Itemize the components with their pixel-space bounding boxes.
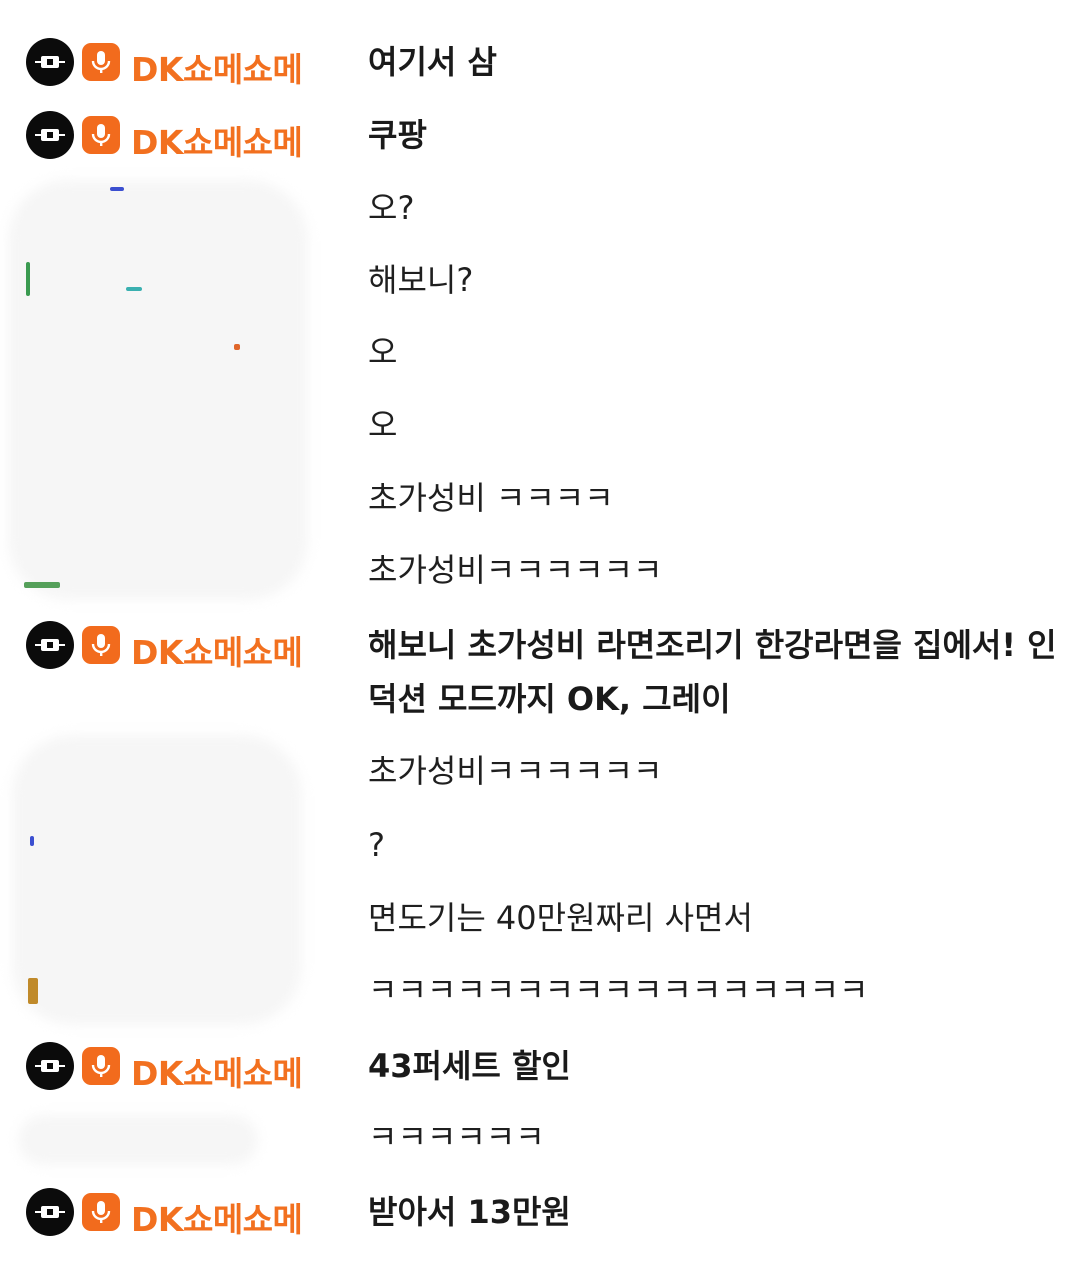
chat-row[interactable]: 오 [0, 325, 1077, 379]
chat-row[interactable]: DK쇼메쇼메 받아서 13만원 [0, 1184, 1077, 1240]
chat-message-text: 오 [368, 406, 398, 444]
chat-message-text: ㅋㅋㅋㅋㅋㅋㅋㅋㅋㅋㅋㅋㅋㅋㅋㅋㅋ [368, 971, 869, 1009]
chat-message-text: 여기서 삼 [368, 43, 497, 81]
chat-message-text: 해보니 초가성비 라면조리기 한강라면을 집에서! 인덕션 모드까지 OK, 그… [368, 626, 1057, 718]
chat-row[interactable]: DK쇼메쇼메 여기서 삼 [0, 34, 1077, 90]
chat-message-text: 오 [368, 333, 398, 371]
avatar-emblem-icon [35, 639, 65, 651]
chat-row[interactable]: 초가성비ㅋㅋㅋㅋㅋㅋ [0, 543, 1077, 597]
chat-row[interactable]: DK쇼메쇼메 해보니 초가성비 라면조리기 한강라면을 집에서! 인덕션 모드까… [0, 617, 1077, 727]
chat-row[interactable]: ? [0, 818, 1077, 872]
chat-message-text: 면도기는 40만원짜리 사면서 [368, 899, 753, 937]
chat-message-text: 해보니? [368, 261, 474, 299]
chat-message-text: ? [368, 826, 385, 864]
chat-row[interactable]: ㅋㅋㅋㅋㅋㅋ [0, 1110, 1077, 1164]
host-nickname[interactable]: DK쇼메쇼메 [131, 1047, 303, 1095]
microphone-icon [82, 43, 120, 81]
chat-row[interactable]: DK쇼메쇼메 43퍼세트 할인 [0, 1038, 1077, 1094]
avatar-emblem-icon [35, 1060, 65, 1072]
chat-row[interactable]: 해보니? [0, 253, 1077, 307]
chat-row[interactable]: 초가성비 ㅋㅋㅋㅋ [0, 471, 1077, 525]
chat-message-text: 오? [368, 189, 415, 227]
redacted-usernames [8, 180, 308, 600]
microphone-icon [82, 116, 120, 154]
host-avatar-icon[interactable] [26, 621, 74, 669]
microphone-icon [82, 1047, 120, 1085]
avatar-emblem-icon [35, 56, 65, 68]
host-avatar-icon[interactable] [26, 1188, 74, 1236]
chat-message-text: 43퍼세트 할인 [368, 1047, 571, 1085]
host-avatar-icon[interactable] [26, 38, 74, 86]
chat-row[interactable]: 면도기는 40만원짜리 사면서 [0, 891, 1077, 945]
chat-message-text: 초가성비ㅋㅋㅋㅋㅋㅋ [368, 752, 663, 790]
chat-row[interactable]: DK쇼메쇼메 쿠팡 [0, 107, 1077, 163]
chat-row[interactable]: 오? [0, 181, 1077, 235]
chat-row[interactable]: 초가성비ㅋㅋㅋㅋㅋㅋ [0, 744, 1077, 798]
host-avatar-icon[interactable] [26, 1042, 74, 1090]
chat-row[interactable]: ㅋㅋㅋㅋㅋㅋㅋㅋㅋㅋㅋㅋㅋㅋㅋㅋㅋ [0, 963, 1077, 1017]
host-avatar-icon[interactable] [26, 111, 74, 159]
microphone-icon [82, 626, 120, 664]
chat-message-text: ㅋㅋㅋㅋㅋㅋ [368, 1118, 545, 1156]
microphone-icon [82, 1193, 120, 1231]
chat-message-text: 초가성비ㅋㅋㅋㅋㅋㅋ [368, 551, 663, 589]
chat-message-text: 쿠팡 [368, 116, 427, 154]
avatar-emblem-icon [35, 1206, 65, 1218]
host-nickname[interactable]: DK쇼메쇼메 [131, 43, 303, 91]
host-nickname[interactable]: DK쇼메쇼메 [131, 626, 303, 674]
chat-row-partial [0, 0, 1077, 10]
chat-message-text: 초가성비 ㅋㅋㅋㅋ [368, 479, 614, 517]
chat-message-text: 받아서 13만원 [368, 1193, 571, 1231]
host-nickname[interactable]: DK쇼메쇼메 [131, 1193, 303, 1241]
host-nickname[interactable]: DK쇼메쇼메 [131, 116, 303, 164]
chat-list[interactable]: DK쇼메쇼메 여기서 삼 DK쇼메쇼메 쿠팡 오? 해보니? 오 오 초가성비 … [0, 0, 1077, 1261]
avatar-emblem-icon [35, 129, 65, 141]
chat-row[interactable]: 오 [0, 398, 1077, 452]
